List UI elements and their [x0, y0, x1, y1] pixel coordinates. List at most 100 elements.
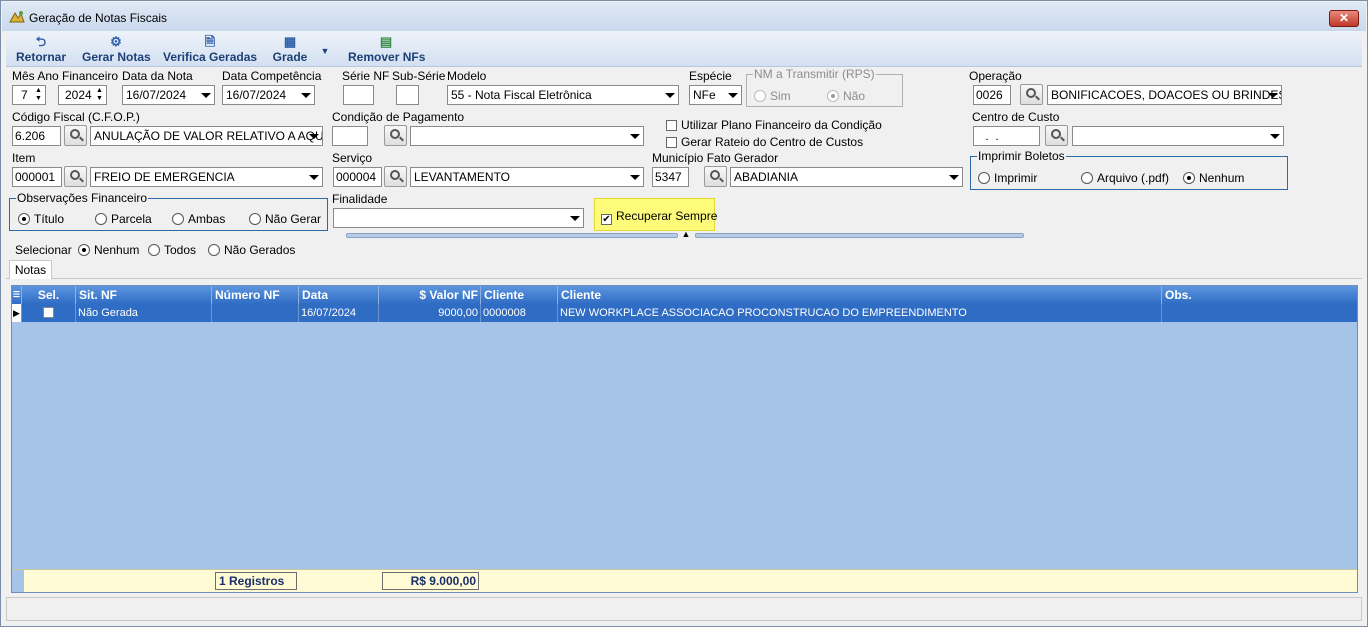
parcela-label: Parcela: [111, 212, 152, 226]
sel-nenhum-radio[interactable]: Nenhum: [78, 243, 139, 257]
centro-custo-code-value: . .: [982, 129, 999, 143]
col-data[interactable]: Data: [299, 286, 379, 304]
nenhum-boleto-label: Nenhum: [1199, 171, 1245, 185]
servico-select[interactable]: LEVANTAMENTO: [410, 167, 644, 187]
grid-menu-icon[interactable]: ☰: [12, 286, 22, 304]
operacao-search-button[interactable]: [1020, 84, 1043, 105]
ano-input[interactable]: 2024 ▲ ▼: [58, 85, 107, 105]
titulo-radio[interactable]: Título: [18, 212, 64, 226]
chevron-down-icon: [728, 93, 738, 98]
sel-nao-gerados-label: Não Gerados: [224, 243, 296, 257]
utilizar-plano-checkbox[interactable]: Utilizar Plano Financeiro da Condição: [666, 118, 882, 132]
grade-button[interactable]: ▦ Grade: [271, 34, 309, 66]
radio-icon: [1081, 172, 1093, 184]
panel-splitter[interactable]: ▲: [1, 229, 1368, 240]
municipio-select[interactable]: ABADIANIA: [730, 167, 963, 187]
item-code-input[interactable]: 000001: [12, 167, 62, 187]
imprimir-radio[interactable]: Imprimir: [978, 171, 1037, 185]
data-competencia-picker[interactable]: 16/07/2024: [222, 85, 315, 105]
municipio-value: ABADIANIA: [734, 170, 799, 184]
table-row[interactable]: ▶ Não Gerada 16/07/2024 9000,00 0000008 …: [12, 304, 1357, 322]
especie-select[interactable]: NFe: [689, 85, 742, 105]
remover-nfs-button[interactable]: ▤ Remover NFs: [348, 34, 425, 66]
ano-spin-icon[interactable]: ▲ ▼: [94, 87, 105, 103]
close-button[interactable]: ✕: [1329, 10, 1359, 27]
recuperar-sempre-checkbox[interactable]: ✔ Recuperar Sempre: [601, 209, 717, 225]
data-competencia-label: Data Competência: [222, 69, 322, 83]
col-sel[interactable]: Sel.: [22, 286, 76, 304]
tab-notas[interactable]: Notas: [9, 260, 52, 279]
centro-custo-select[interactable]: [1072, 126, 1284, 146]
finalidade-select[interactable]: [333, 208, 584, 228]
titulo-label: Título: [34, 212, 65, 226]
serie-nf-label: Série NF: [342, 69, 390, 83]
window-title: Geração de Notas Fiscais: [29, 11, 168, 25]
sub-serie-input[interactable]: [396, 85, 419, 105]
col-valor-nf[interactable]: $ Valor NF: [379, 286, 481, 304]
mes-input[interactable]: 7 ▲ ▼: [12, 85, 46, 105]
item-value: FREIO DE EMERGENCIA: [94, 170, 235, 184]
sel-nao-gerados-radio[interactable]: Não Gerados: [208, 243, 295, 257]
nenhum-boleto-radio[interactable]: Nenhum: [1183, 171, 1244, 185]
data-nota-picker[interactable]: 16/07/2024: [122, 85, 215, 105]
row-valor: 9000,00: [379, 304, 481, 322]
chevron-down-icon: [201, 93, 211, 98]
condicao-code-input[interactable]: [332, 126, 368, 146]
municipio-code-input[interactable]: 5347: [652, 167, 689, 187]
retornar-button[interactable]: ⮌ Retornar: [15, 34, 67, 66]
row-data: 16/07/2024: [299, 304, 379, 322]
notas-grid: ☰ Sel. Sit. NF Número NF Data $ Valor NF…: [11, 285, 1358, 593]
footer-total: R$ 9.000,00: [382, 572, 479, 590]
servico-code-input[interactable]: 000004: [333, 167, 382, 187]
col-cliente-code[interactable]: Cliente: [481, 286, 558, 304]
checkbox-icon: [666, 137, 677, 148]
ambas-radio[interactable]: Ambas: [172, 212, 225, 226]
radio-icon: [172, 213, 184, 225]
col-cliente-nome[interactable]: Cliente: [558, 286, 1162, 304]
checkbox-icon[interactable]: [43, 307, 54, 318]
nao-gerar-radio[interactable]: Não Gerar: [249, 212, 321, 226]
gerar-rateio-checkbox[interactable]: Gerar Rateio do Centro de Custos: [666, 135, 863, 149]
item-select[interactable]: FREIO DE EMERGENCIA: [90, 167, 323, 187]
arquivo-pdf-radio[interactable]: Arquivo (.pdf): [1081, 171, 1169, 185]
gerar-notas-button[interactable]: ⚙ Gerar Notas: [82, 34, 151, 66]
centro-custo-search-button[interactable]: [1045, 125, 1068, 146]
recuperar-sempre-highlight: ✔ Recuperar Sempre: [594, 198, 717, 231]
condicao-label: Condição de Pagamento: [332, 110, 465, 124]
modelo-select[interactable]: 55 - Nota Fiscal Eletrônica: [447, 85, 679, 105]
col-sit-nf[interactable]: Sit. NF: [76, 286, 212, 304]
municipio-search-button[interactable]: [704, 166, 727, 187]
cfop-code-input[interactable]: 6.206: [12, 126, 61, 146]
parcela-radio[interactable]: Parcela: [95, 212, 152, 226]
cfop-select[interactable]: ANULAÇÃO DE VALOR RELATIVO A AQU: [90, 126, 323, 146]
verifica-geradas-button[interactable]: 🗎 Verifica Geradas: [163, 34, 257, 66]
condicao-search-button[interactable]: [384, 125, 407, 146]
mes-spin-icon[interactable]: ▲ ▼: [33, 87, 44, 103]
chevron-up-icon[interactable]: ▲: [679, 229, 693, 239]
centro-custo-code-input[interactable]: . .: [973, 126, 1040, 146]
condicao-select[interactable]: [410, 126, 644, 146]
radio-selected-icon: [827, 90, 839, 102]
col-obs[interactable]: Obs.: [1162, 286, 1357, 304]
checkbox-icon: [666, 120, 677, 131]
col-numero-nf[interactable]: Número NF: [212, 286, 299, 304]
operacao-select[interactable]: BONIFICACOES, DOACOES OU BRINDES: [1047, 85, 1282, 105]
item-code-value: 000001: [15, 170, 56, 184]
nm-sim-radio[interactable]: Sim: [754, 89, 791, 103]
utilizar-plano-label: Utilizar Plano Financeiro da Condição: [681, 118, 882, 132]
close-icon: ✕: [1338, 11, 1350, 25]
data-nota-label: Data da Nota: [122, 69, 193, 83]
chevron-down-icon: [630, 175, 640, 180]
item-search-button[interactable]: [64, 166, 87, 187]
ambas-label: Ambas: [188, 212, 226, 226]
sel-todos-radio[interactable]: Todos: [148, 243, 196, 257]
nm-nao-radio[interactable]: Não: [827, 89, 865, 103]
sub-serie-label: Sub-Série: [392, 69, 446, 83]
operacao-code-input[interactable]: 0026: [973, 85, 1011, 105]
serie-nf-input[interactable]: [343, 85, 374, 105]
row-sel-cell[interactable]: [22, 304, 76, 322]
servico-search-button[interactable]: [384, 166, 407, 187]
cfop-search-button[interactable]: [64, 125, 87, 146]
chevron-down-icon: [665, 93, 675, 98]
item-label: Item: [12, 151, 36, 165]
